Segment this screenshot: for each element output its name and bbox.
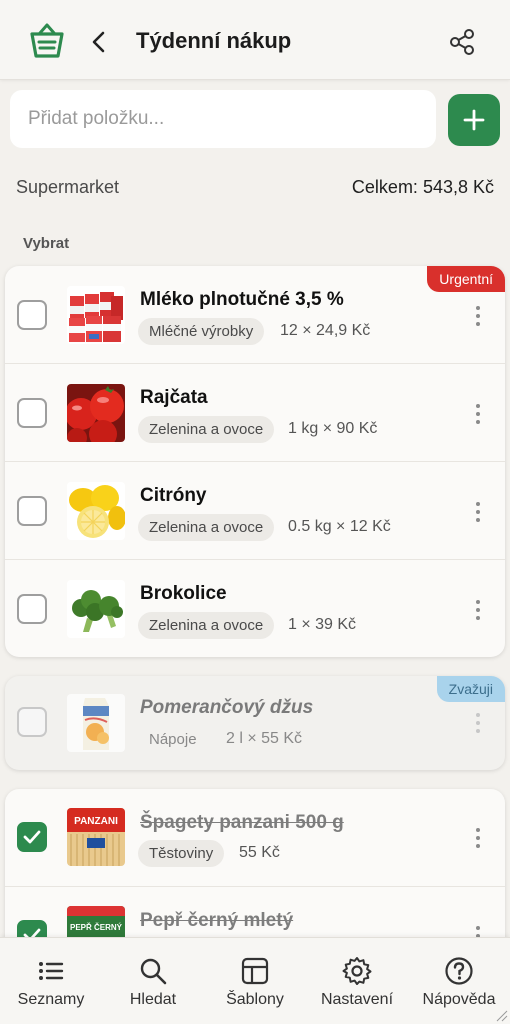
bottom-navigation: Seznamy Hledat Šablony Nastavení Nápověd… [0, 937, 510, 1024]
list-item[interactable]: Pomerančový džus Nápoje 2 l × 55 Kč [5, 676, 505, 770]
item-quantity: 2 l × 55 Kč [226, 730, 303, 747]
page-title: Týdenní nákup [136, 28, 292, 53]
lemons-image [67, 482, 125, 540]
nav-label: Seznamy [17, 991, 85, 1008]
item-name: Brokolice [140, 583, 227, 604]
more-options-icon[interactable] [469, 825, 487, 851]
panzani-logo-text: PANZANI [74, 816, 118, 827]
list-item[interactable]: Rajčata Zelenina a ovoce 1 kg × 90 Kč [5, 364, 505, 462]
more-options-icon[interactable] [469, 710, 487, 736]
nav-label: Nápověda [422, 991, 496, 1008]
list-item[interactable]: Citróny Zelenina a ovoce 0.5 kg × 12 Kč [5, 462, 505, 560]
nav-label: Šablony [226, 991, 284, 1008]
items-card: Urgentní Mléko plnotučné 3,5 % Mléčné vý… [5, 266, 505, 657]
plus-icon [463, 109, 485, 131]
gear-icon [342, 957, 372, 985]
considering-card: Zvažuji Pomerančový džus Nápoje 2 l × 55… [5, 676, 505, 770]
nav-label: Nastavení [320, 991, 394, 1008]
item-name: Špagety panzani 500 g [140, 812, 344, 833]
item-checkbox[interactable] [17, 707, 47, 737]
more-options-icon[interactable] [469, 597, 487, 623]
item-name: Rajčata [140, 387, 208, 408]
add-item-button[interactable] [448, 94, 500, 146]
add-item-input[interactable] [10, 90, 436, 148]
nav-item-settings[interactable]: Nastavení [306, 938, 408, 1024]
item-checkbox[interactable] [17, 594, 47, 624]
item-quantity: 1 kg × 90 Kč [288, 420, 378, 437]
nav-item-lists[interactable]: Seznamy [0, 938, 102, 1024]
share-icon[interactable] [448, 28, 476, 56]
list-icon [39, 962, 64, 980]
item-name: Mléko plnotučné 3,5 % [140, 289, 344, 310]
item-quantity: 1 × 39 Kč [288, 616, 357, 633]
tomatoes-image [67, 384, 125, 442]
category-tag: Nápoje [149, 731, 197, 748]
category-tag: Zelenina a ovoce [138, 416, 275, 443]
item-quantity: 12 × 24,9 Kč [280, 322, 371, 339]
more-options-icon[interactable] [469, 401, 487, 427]
nav-item-search[interactable]: Hledat [102, 938, 204, 1024]
category-tag: Zelenina a ovoce [138, 514, 275, 541]
broccoli-image [67, 580, 125, 638]
category-tag: Těstoviny [138, 840, 225, 867]
section-label: Vybrat [23, 235, 70, 252]
resize-grip-icon[interactable] [494, 1008, 508, 1022]
milk-product-image [67, 286, 125, 344]
more-options-icon[interactable] [469, 499, 487, 525]
list-item[interactable]: PANZANI Špagety panzani 500 g Těstoviny … [5, 789, 505, 887]
store-name: Supermarket [16, 177, 120, 197]
item-checkbox[interactable] [17, 398, 47, 428]
pepper-package-text: PEPŘ ČERNÝ [70, 923, 123, 932]
item-checkbox[interactable] [17, 496, 47, 526]
category-tag: Mléčné výrobky [138, 318, 265, 345]
app-header: Týdenní nákup [0, 0, 510, 80]
item-name: Pepř černý mletý [140, 910, 294, 931]
template-icon [241, 957, 269, 985]
item-name: Pomerančový džus [140, 697, 314, 718]
nav-item-templates[interactable]: Šablony [204, 938, 306, 1024]
orange-juice-image [67, 694, 125, 752]
item-quantity: 0.5 kg × 12 Kč [288, 518, 391, 535]
item-quantity: 55 Kč [239, 844, 280, 861]
checkmark-icon [23, 830, 41, 844]
list-item[interactable]: Brokolice Zelenina a ovoce 1 × 39 Kč [5, 560, 505, 657]
search-icon [140, 958, 167, 985]
category-tag: Zelenina a ovoce [138, 612, 275, 639]
shopping-basket-icon[interactable] [28, 22, 66, 60]
item-checkbox[interactable] [17, 300, 47, 330]
total-price: Celkem: 543,8 Kč [351, 177, 494, 197]
item-name: Citróny [140, 485, 207, 506]
more-options-icon[interactable] [469, 303, 487, 329]
item-checkbox-checked[interactable] [17, 822, 47, 852]
help-icon [445, 957, 473, 985]
chevron-left-icon[interactable] [88, 30, 110, 54]
spaghetti-image: PANZANI [67, 808, 125, 866]
nav-label: Hledat [129, 991, 177, 1008]
list-item[interactable]: Mléko plnotučné 3,5 % Mléčné výrobky 12 … [5, 266, 505, 364]
